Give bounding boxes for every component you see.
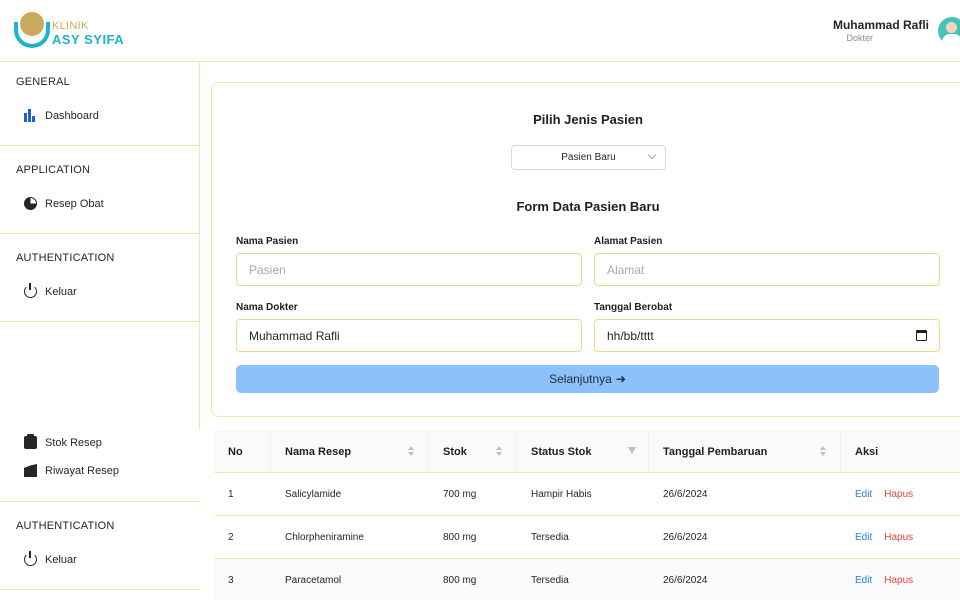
cell-nama-resep: Chlorpheniramine [285, 532, 364, 543]
delete-button[interactable]: Hapus [884, 575, 913, 586]
dashboard-icon [24, 109, 37, 122]
cell-aksi: Edit Hapus [841, 516, 913, 559]
alamat-pasien-label: Alamat Pasien [594, 236, 663, 247]
sidebar-item-keluar[interactable]: Keluar [24, 551, 77, 566]
clipboard-icon [24, 434, 37, 449]
power-icon [24, 551, 37, 566]
user-name[interactable]: Muhammad Rafli [833, 18, 929, 32]
sidebar-item-resep-obat[interactable]: Resep Obat [24, 197, 104, 210]
chevron-down-icon [647, 150, 657, 160]
cell-tanggal: 26/6/2024 [663, 575, 708, 586]
sidebar-item-keluar[interactable]: Keluar [24, 283, 77, 298]
table-row: 3 Paracetamol 800 mg Tersedia 26/6/2024 … [214, 559, 960, 600]
cell-status-stok: Tersedia [531, 532, 569, 543]
edit-button[interactable]: Edit [855, 532, 872, 543]
next-button-label: Selanjutnya [549, 372, 612, 386]
sidebar-item-label: Keluar [45, 285, 77, 298]
cell-stok: 800 mg [443, 532, 477, 543]
sidebar-group-authentication: AUTHENTICATION Keluar [0, 234, 200, 322]
sidebar-item-label: Resep Obat [45, 197, 104, 210]
calendar-icon[interactable] [916, 330, 927, 341]
sidebar-item-label: Dashboard [45, 109, 99, 122]
tanggal-berobat-label: Tanggal Berobat [594, 302, 673, 313]
clinic-logo-icon[interactable] [14, 12, 50, 48]
cell-aksi: Edit Hapus [841, 559, 913, 600]
cell-status-stok: Hampir Habis [531, 489, 592, 500]
brand-title: ASY SYIFA [52, 32, 125, 47]
cell-status-stok: Tersedia [531, 575, 569, 586]
sidebar-item-label: Stok Resep [45, 436, 102, 449]
column-header-status-stok[interactable]: Status Stok [517, 430, 649, 473]
column-header-aksi: Aksi [855, 445, 879, 458]
column-header-no: No [214, 430, 271, 473]
sidebar-item-dashboard[interactable]: Dashboard [24, 109, 99, 122]
edit-button[interactable]: Edit [855, 489, 872, 500]
patient-type-select[interactable]: Pasien Baru [511, 145, 666, 170]
sidebar-group-general: GENERAL Dashboard [0, 62, 200, 146]
cell-no: 1 [228, 489, 234, 500]
sidebar-group-application: APPLICATION Resep Obat [0, 146, 200, 234]
sidebar-group-resep: Stok Resep Riwayat Resep [0, 430, 200, 502]
cell-stok: 800 mg [443, 575, 477, 586]
form-title: Form Data Pasien Baru [516, 199, 660, 214]
patient-type-title: Pilih Jenis Pasien [533, 112, 643, 127]
edit-button[interactable]: Edit [855, 575, 872, 586]
table-row: 2 Chlorpheniramine 800 mg Tersedia 26/6/… [214, 516, 960, 559]
sidebar-group-title: AUTHENTICATION [16, 252, 115, 264]
table-row: 1 Salicylamide 700 mg Hampir Habis 26/6/… [214, 473, 960, 516]
cell-tanggal: 26/6/2024 [663, 532, 708, 543]
patient-form-card: Pilih Jenis Pasien Pasien Baru Form Data… [211, 82, 960, 417]
sort-icon[interactable] [496, 446, 502, 458]
sidebar: GENERAL Dashboard APPLICATION Resep Obat… [0, 62, 200, 600]
sidebar-empty-area [0, 322, 200, 430]
alamat-pasien-input[interactable]: Alamat [594, 253, 940, 286]
sidebar-item-label: Riwayat Resep [45, 464, 119, 477]
nama-pasien-input[interactable]: Pasien [236, 253, 582, 286]
nama-dokter-label: Nama Dokter [236, 302, 298, 313]
user-role: Dokter [846, 33, 873, 43]
filter-icon[interactable] [628, 447, 636, 454]
table-header-row: No Nama Resep Stok Status Stok Tanggal P… [214, 430, 960, 473]
pie-chart-icon [24, 197, 37, 210]
sidebar-group-title: APPLICATION [16, 164, 91, 176]
sort-icon[interactable] [408, 446, 414, 458]
cell-nama-resep: Paracetamol [285, 575, 342, 586]
sidebar-group-title: AUTHENTICATION [16, 520, 115, 532]
cell-no: 2 [228, 532, 234, 543]
nama-pasien-placeholder: Pasien [249, 262, 286, 277]
column-header-stok[interactable]: Stok [429, 430, 517, 473]
arrow-right-icon: ➔ [615, 372, 626, 386]
nama-dokter-input[interactable]: Muhammad Rafli [236, 319, 582, 352]
tanggal-berobat-value: hh/bb/tttt [607, 328, 654, 343]
delete-button[interactable]: Hapus [884, 489, 913, 500]
history-icon [24, 464, 37, 477]
brand-subtitle: KLINIK [52, 20, 89, 32]
power-icon [24, 283, 37, 298]
sidebar-item-riwayat-resep[interactable]: Riwayat Resep [24, 464, 119, 477]
tanggal-berobat-input[interactable]: hh/bb/tttt [594, 319, 940, 352]
cell-aksi: Edit Hapus [841, 473, 913, 516]
alamat-pasien-placeholder: Alamat [607, 262, 645, 277]
sidebar-group-title: GENERAL [16, 76, 70, 88]
avatar[interactable] [938, 17, 960, 45]
sidebar-item-label: Keluar [45, 553, 77, 566]
top-header: KLINIK ASY SYIFA Muhammad Rafli Dokter [0, 0, 960, 62]
cell-no: 3 [228, 575, 234, 586]
nama-pasien-label: Nama Pasien [236, 236, 299, 247]
cell-nama-resep: Salicylamide [285, 489, 342, 500]
patient-type-selected-value: Pasien Baru [561, 152, 616, 163]
sort-icon[interactable] [820, 446, 826, 458]
sidebar-item-stok-resep[interactable]: Stok Resep [24, 434, 102, 449]
nama-dokter-value: Muhammad Rafli [249, 328, 340, 343]
sidebar-group-authentication-lower: AUTHENTICATION Keluar [0, 502, 200, 590]
cell-stok: 700 mg [443, 489, 477, 500]
delete-button[interactable]: Hapus [884, 532, 913, 543]
column-header-tanggal-pembaruan[interactable]: Tanggal Pembaruan [649, 430, 841, 473]
column-header-nama-resep[interactable]: Nama Resep [271, 430, 429, 473]
next-button[interactable]: Selanjutnya ➔ [236, 365, 939, 393]
cell-tanggal: 26/6/2024 [663, 489, 708, 500]
